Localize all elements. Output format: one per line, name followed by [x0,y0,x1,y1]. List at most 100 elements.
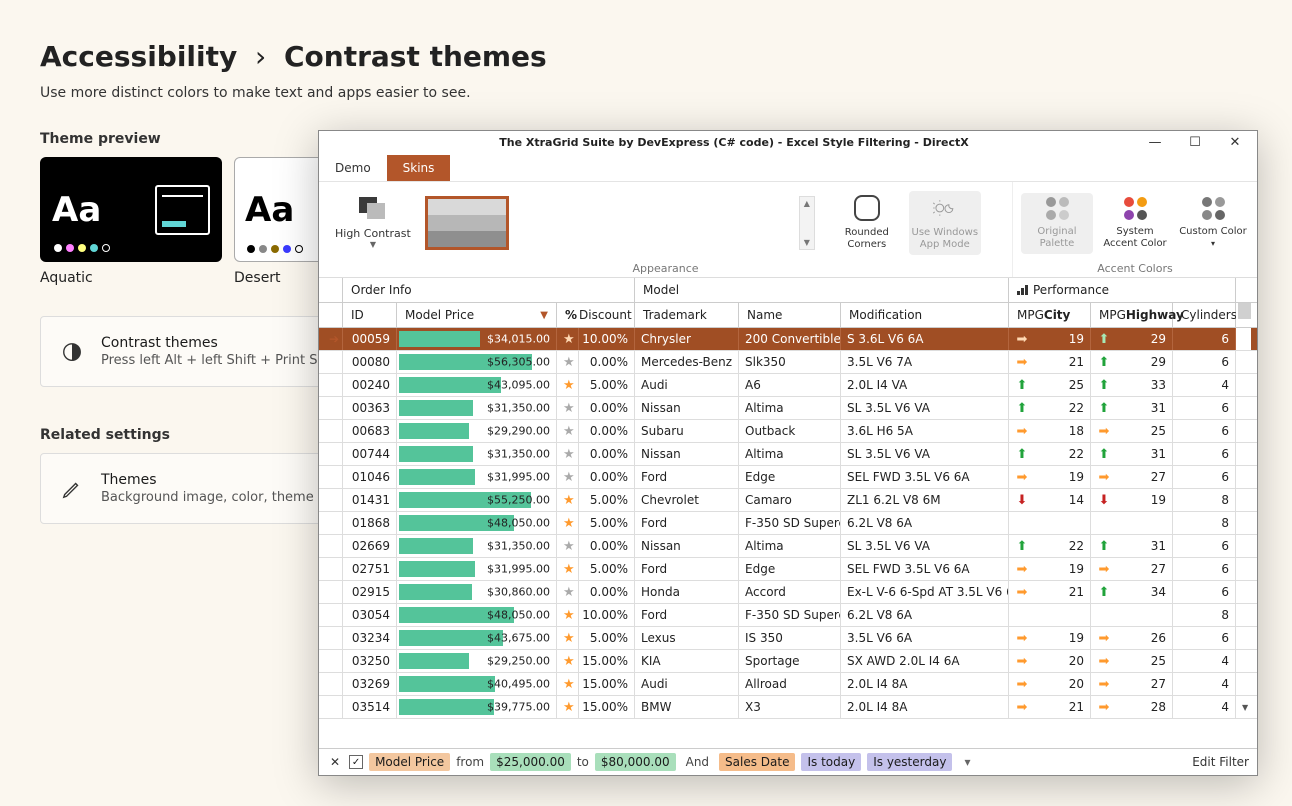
edit-filter-button[interactable]: Edit Filter [1192,755,1249,769]
band-order-info[interactable]: Order Info [343,278,635,302]
table-row[interactable]: 03234$43,675.00★5.00%LexusIS 3503.5L V6 … [319,627,1257,650]
col-id[interactable]: ID [343,303,397,327]
cell-name: F-350 SD Superc… [739,604,841,626]
cell-name: Accord [739,581,841,603]
cell-cylinders: 6 [1173,443,1236,465]
col-trademark[interactable]: Trademark [635,303,739,327]
tab-demo[interactable]: Demo [319,155,387,181]
high-contrast-button[interactable]: High Contrast ▼ [327,193,419,253]
row-indicator [319,397,343,419]
col-discount[interactable]: %Discount [557,303,635,327]
table-row[interactable]: 02751$31,995.00★5.00%FordEdgeSEL FWD 3.5… [319,558,1257,581]
cell-mpg-city: ➡19 [1009,466,1091,488]
col-model-price[interactable]: Model Price ▼ [397,303,557,327]
rounded-corners-button[interactable]: Rounded Corners [831,191,903,255]
star-icon: ★ [563,493,575,508]
close-button[interactable]: ✕ [1221,135,1249,150]
original-palette-button[interactable]: Original Palette [1021,193,1093,254]
col-modification[interactable]: Modification [841,303,1009,327]
maximize-button[interactable]: ☐ [1181,135,1209,150]
table-row[interactable]: 03514$39,775.00★15.00%BMWX32.0L I4 8A➡21… [319,696,1257,719]
filter-op-chip[interactable]: Is yesterday [867,753,952,771]
filter-remove-button[interactable]: ✕ [327,755,343,769]
cell-star: ★ [557,650,579,672]
tab-skins[interactable]: Skins [387,155,451,181]
filter-field-chip[interactable]: Sales Date [719,753,795,771]
filter-dropdown-button[interactable]: ▾ [958,755,976,769]
cell-name: A6 [739,374,841,396]
table-row[interactable]: 01431$55,250.00★5.00%ChevroletCamaroZL1 … [319,489,1257,512]
theme-card-aquatic[interactable]: Aa Aquatic [40,157,222,286]
scroll-down-button[interactable]: ▼ [1236,696,1251,718]
trend-up-icon: ⬆ [1015,378,1029,393]
cell-mpg-highway: ⬆34 [1091,581,1173,603]
chevron-down-icon: ▾ [1211,239,1215,248]
cell-id: 03269 [343,673,397,695]
sun-moon-icon [932,195,958,221]
table-row[interactable]: 00744$31,350.00★0.00%NissanAltimaSL 3.5L… [319,443,1257,466]
filter-op-chip[interactable]: Is today [801,753,861,771]
cell-trademark: Ford [635,466,739,488]
table-row[interactable]: 03250$29,250.00★15.00%KIASportageSX AWD … [319,650,1257,673]
custom-color-button[interactable]: Custom Color ▾ [1177,193,1249,254]
table-row[interactable]: 01046$31,995.00★0.00%FordEdgeSEL FWD 3.5… [319,466,1257,489]
table-row[interactable]: 01868$48,050.00★5.00%FordF-350 SD Superc… [319,512,1257,535]
cell-discount: 0.00% [579,443,635,465]
rounded-square-icon [854,195,880,221]
table-row[interactable]: 02669$31,350.00★0.00%NissanAltimaSL 3.5L… [319,535,1257,558]
card-title: Contrast themes [101,335,354,351]
filter-value-chip[interactable]: $25,000.00 [490,753,571,771]
minimize-button[interactable]: — [1141,135,1169,150]
cell-star: ★ [557,397,579,419]
system-accent-button[interactable]: System Accent Color [1099,193,1171,254]
breadcrumb-root[interactable]: Accessibility [40,40,237,73]
cell-id: 02751 [343,558,397,580]
band-model[interactable]: Model [635,278,1009,302]
cell-name: Slk350 [739,351,841,373]
cell-name: Outback [739,420,841,442]
filter-enabled-checkbox[interactable]: ✓ [349,755,363,769]
cell-star: ★ [557,351,579,373]
star-icon: ★ [563,516,575,531]
table-row[interactable]: 00080$56,305.00★0.00%Mercedes-BenzSlk350… [319,351,1257,374]
col-mpg-highway[interactable]: MPG Highway [1091,303,1173,327]
cell-mpg-highway [1091,512,1173,534]
table-row[interactable]: 00683$29,290.00★0.00%SubaruOutback3.6L H… [319,420,1257,443]
skin-gallery-item[interactable] [425,196,509,250]
cell-cylinders: 6 [1173,627,1236,649]
cell-modification: SX AWD 2.0L I4 6A [841,650,1009,672]
band-performance[interactable]: Performance [1009,278,1236,302]
row-indicator [319,650,343,672]
filter-active-icon[interactable]: ▼ [540,310,548,321]
filter-field-chip[interactable]: Model Price [369,753,450,771]
trend-right-icon: ➡ [1097,700,1111,715]
cell-mpg-city: ➡18 [1009,420,1091,442]
cell-star: ★ [557,696,579,718]
cell-price: $31,350.00 [397,535,557,557]
cell-star: ★ [557,489,579,511]
cell-id: 00240 [343,374,397,396]
table-row[interactable]: 00363$31,350.00★0.00%NissanAltimaSL 3.5L… [319,397,1257,420]
app-mode-button[interactable]: Use Windows App Mode [909,191,981,255]
table-row[interactable]: 03054$48,050.00★10.00%FordF-350 SD Super… [319,604,1257,627]
scroll-up-button[interactable]: ▲ [1236,303,1252,327]
table-row[interactable]: 03269$40,495.00★15.00%AudiAllroad2.0L I4… [319,673,1257,696]
col-name[interactable]: Name [739,303,841,327]
cell-price: $34,015.00 [397,328,557,350]
table-row[interactable]: ➔00059$34,015.00★10.00%Chrysler200 Conve… [319,328,1257,351]
trend-right-icon: ➡ [1097,631,1111,646]
cell-trademark: Subaru [635,420,739,442]
cell-name: X3 [739,696,841,718]
row-indicator [319,581,343,603]
filter-value-chip[interactable]: $80,000.00 [595,753,676,771]
table-row[interactable]: 02915$30,860.00★0.00%HondaAccordEx-L V-6… [319,581,1257,604]
col-cylinders[interactable]: Cylinders [1173,303,1236,327]
cell-mpg-highway: ⬆29 [1091,351,1173,373]
cell-price: $31,995.00 [397,466,557,488]
table-row[interactable]: 00240$43,095.00★5.00%AudiA62.0L I4 VA⬆25… [319,374,1257,397]
trend-right-icon: ➡ [1015,700,1029,715]
trend-right-icon: ➡ [1015,470,1029,485]
cell-trademark: Chrysler [635,328,739,350]
gallery-scroll[interactable]: ▲▼ [799,196,815,250]
col-mpg-city[interactable]: MPG City [1009,303,1091,327]
